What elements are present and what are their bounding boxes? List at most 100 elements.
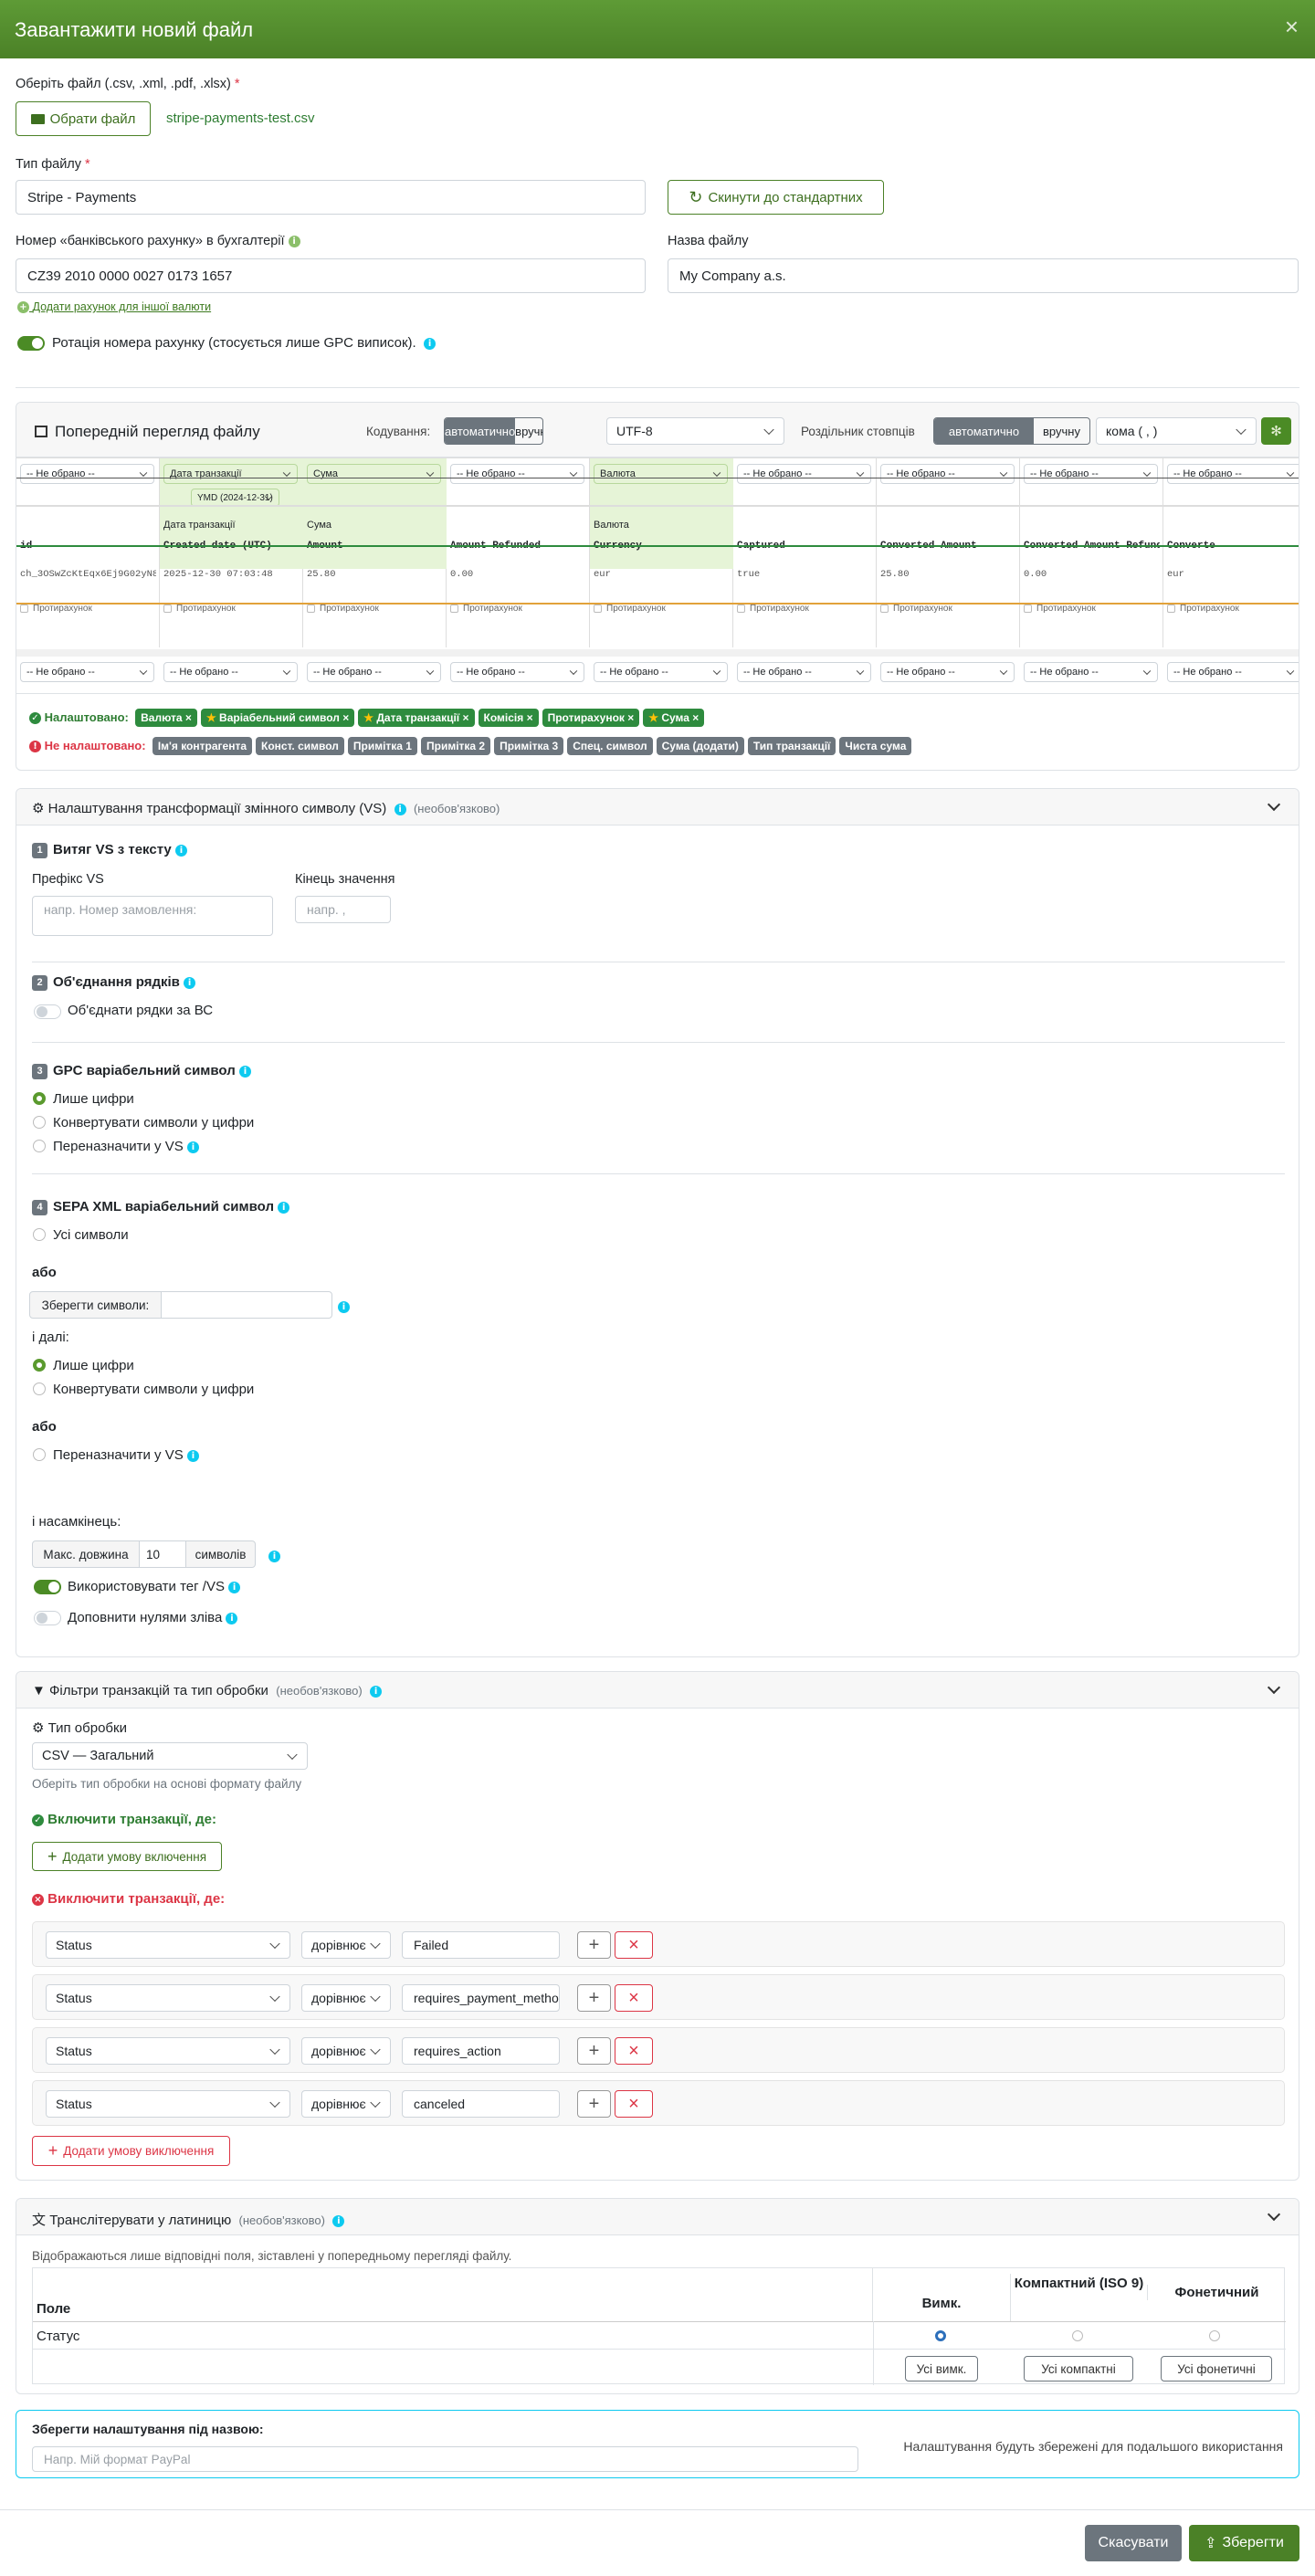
info-icon[interactable]: i xyxy=(184,976,196,989)
bottom-map-select[interactable]: -- Не обрано -- xyxy=(737,662,871,682)
column-map-select[interactable]: Сума xyxy=(307,464,441,484)
encoding-manual[interactable]: вручну xyxy=(515,418,542,444)
info-icon[interactable]: i xyxy=(268,1548,280,1563)
column-map-select[interactable]: -- Не обрано -- xyxy=(1024,464,1158,484)
save-name-input[interactable]: Напр. Мій формат PayPal xyxy=(32,2446,858,2472)
separator-auto[interactable]: автоматично xyxy=(934,418,1034,444)
counterparty-checkbox[interactable]: Протирахунок xyxy=(20,604,92,614)
bottom-map-select[interactable]: -- Не обрано -- xyxy=(163,662,298,682)
bottom-map-select[interactable]: -- Не обрано -- xyxy=(20,662,154,682)
counterparty-checkbox[interactable]: Протирахунок xyxy=(1024,604,1096,614)
sepa-convert-radio[interactable] xyxy=(33,1383,46,1395)
gpc-convert-radio[interactable] xyxy=(33,1116,46,1129)
encoding-auto[interactable]: автоматично xyxy=(445,418,516,444)
not-configured-pill[interactable]: Примітка 3 xyxy=(494,737,564,755)
bottom-map-select[interactable]: -- Не обрано -- xyxy=(307,662,441,682)
add-account-link[interactable]: + Додати рахунок для іншої валюти xyxy=(17,300,211,314)
add-include-button[interactable]: + Додати умову включення xyxy=(32,1842,222,1871)
rule-operator-select[interactable]: дорівнює xyxy=(301,2090,391,2118)
gpc-digits-radio[interactable] xyxy=(33,1092,46,1105)
remove-icon[interactable]: × xyxy=(183,711,192,724)
info-icon[interactable]: i xyxy=(278,1201,290,1214)
status-compact-radio[interactable] xyxy=(1072,2330,1083,2341)
plus-icon[interactable]: + xyxy=(577,1931,611,1959)
add-exclude-button[interactable]: + Додати умову виключення xyxy=(32,2136,230,2166)
column-map-select[interactable]: Дата транзакції xyxy=(163,464,298,484)
encoding-select[interactable]: UTF-8 xyxy=(606,417,784,445)
rule-value-input[interactable]: requires_payment_method xyxy=(402,1984,560,2012)
bottom-map-select[interactable]: -- Не обрано -- xyxy=(1024,662,1158,682)
not-configured-pill[interactable]: Спец. символ xyxy=(567,737,653,755)
info-icon[interactable]: i xyxy=(394,803,406,815)
remove-icon[interactable]: × xyxy=(689,711,699,724)
counterparty-checkbox[interactable]: Протирахунок xyxy=(737,604,809,614)
choose-file-button[interactable]: Обрати файл xyxy=(16,101,151,136)
remove-icon[interactable]: × xyxy=(625,711,634,724)
rule-value-input[interactable]: Failed xyxy=(402,1931,560,1959)
rule-operator-select[interactable]: дорівнює xyxy=(301,2037,391,2065)
remove-icon[interactable]: × xyxy=(459,711,469,724)
filename-input[interactable]: My Company a.s. xyxy=(668,258,1299,293)
remove-rule-icon[interactable]: × xyxy=(615,1931,653,1959)
all-phonetic-button[interactable]: Усі фонетичні xyxy=(1161,2356,1272,2381)
reset-defaults-button[interactable]: ↻ Скинути до стандартних xyxy=(668,180,884,215)
configured-pill[interactable]: ★ Сума × xyxy=(643,709,705,727)
gpc-remap-radio[interactable] xyxy=(33,1140,46,1152)
rule-field-select[interactable]: Status xyxy=(46,1984,290,2012)
column-map-select[interactable]: -- Не обрано -- xyxy=(737,464,871,484)
bottom-map-select[interactable]: -- Не обрано -- xyxy=(450,662,584,682)
counterparty-checkbox[interactable]: Протирахунок xyxy=(594,604,666,614)
separator-select[interactable]: кома ( , ) xyxy=(1096,417,1257,445)
configured-pill[interactable]: Протирахунок × xyxy=(542,709,640,727)
configured-pill[interactable]: ★ Варіабельний символ × xyxy=(200,709,355,727)
rule-operator-select[interactable]: дорівнює xyxy=(301,1931,391,1959)
not-configured-pill[interactable]: Сума (додати) xyxy=(656,737,744,755)
info-icon[interactable]: i xyxy=(332,2214,345,2227)
status-phonetic-radio[interactable] xyxy=(1209,2330,1220,2341)
configured-pill[interactable]: ★ Дата транзакції × xyxy=(358,709,475,727)
date-format-select[interactable]: YMD (2024-12-31) xyxy=(191,489,279,507)
end-value-input[interactable]: напр. , xyxy=(295,896,391,923)
rule-value-input[interactable]: canceled xyxy=(402,2090,560,2118)
configured-pill[interactable]: Комісія × xyxy=(478,709,539,727)
keep-chars-input[interactable] xyxy=(161,1291,332,1319)
remove-icon[interactable]: × xyxy=(340,711,349,724)
account-number-input[interactable]: CZ39 2010 0000 0027 0173 1657 xyxy=(16,258,646,293)
column-map-select[interactable]: -- Не обрано -- xyxy=(20,464,154,484)
rule-value-input[interactable]: requires_action xyxy=(402,2037,560,2065)
not-configured-pill[interactable]: Ім'я контрагента xyxy=(152,737,252,755)
all-compact-button[interactable]: Усі компактні xyxy=(1024,2356,1133,2381)
remove-rule-icon[interactable]: × xyxy=(615,2037,653,2065)
pad-zeros-toggle[interactable] xyxy=(34,1611,61,1625)
info-icon[interactable]: i xyxy=(174,844,187,857)
plus-icon[interactable]: + xyxy=(577,1984,611,2012)
info-icon[interactable]: i xyxy=(370,1685,383,1698)
counterparty-checkbox[interactable]: Протирахунок xyxy=(880,604,952,614)
sepa-digits-radio[interactable] xyxy=(33,1359,46,1372)
rule-field-select[interactable]: Status xyxy=(46,2090,290,2118)
counterparty-checkbox[interactable]: Протирахунок xyxy=(450,604,522,614)
sepa-all-radio[interactable] xyxy=(33,1228,46,1241)
column-map-select[interactable]: -- Не обрано -- xyxy=(1167,464,1299,484)
rule-operator-select[interactable]: дорівнює xyxy=(301,1984,391,2012)
not-configured-pill[interactable]: Примітка 1 xyxy=(347,737,417,755)
remove-rule-icon[interactable]: × xyxy=(615,1984,653,2012)
bottom-map-select[interactable]: -- Не обрано -- xyxy=(1167,662,1299,682)
counterparty-checkbox[interactable]: Протирахунок xyxy=(307,604,379,614)
maxlen-input[interactable]: 10 xyxy=(139,1540,186,1568)
info-icon[interactable]: i xyxy=(228,1581,241,1593)
save-button[interactable]: ⇪ Зберегти xyxy=(1189,2525,1299,2561)
close-icon[interactable]: × xyxy=(1285,13,1299,41)
separator-manual[interactable]: вручну xyxy=(1034,418,1089,444)
use-vs-tag-toggle[interactable] xyxy=(34,1580,61,1594)
info-icon[interactable]: i xyxy=(238,1065,251,1078)
prefix-input[interactable]: напр. Номер замовлення: xyxy=(32,896,273,936)
info-icon[interactable]: i xyxy=(424,337,437,350)
remove-rule-icon[interactable]: × xyxy=(615,2090,653,2118)
info-icon[interactable]: i xyxy=(288,235,300,247)
status-off-radio[interactable] xyxy=(935,2330,946,2341)
configured-pill[interactable]: Валюта × xyxy=(135,709,197,727)
all-off-button[interactable]: Усі вимк. xyxy=(905,2356,978,2381)
settings-gear-icon[interactable]: ✻ xyxy=(1261,417,1291,445)
sepa-remap-radio[interactable] xyxy=(33,1448,46,1461)
